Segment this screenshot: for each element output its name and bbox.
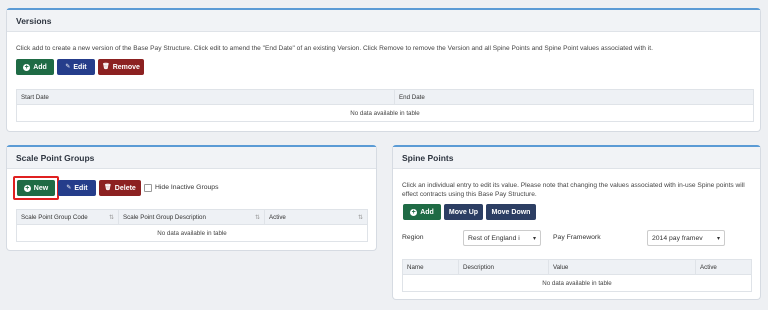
edit-icon: ✎ xyxy=(65,64,71,70)
spine-points-title: Spine Points xyxy=(402,152,454,163)
plus-circle-icon: + xyxy=(23,63,31,71)
chevron-down-icon: ▾ xyxy=(716,235,720,242)
move-up-label: Move Up xyxy=(448,208,479,216)
table-row: No data available in table xyxy=(402,274,752,292)
column-header-scale-point-group-code[interactable]: Scale Point Group Code ⇅ xyxy=(16,209,119,225)
sort-icon: ⇅ xyxy=(108,215,114,221)
versions-title: Versions xyxy=(16,15,52,26)
empty-table-message: No data available in table xyxy=(402,274,752,292)
versions-panel: Versions Click add to create a new versi… xyxy=(6,8,761,132)
column-header-description[interactable]: Description xyxy=(458,259,549,275)
column-header-name[interactable]: Name xyxy=(402,259,459,275)
spine-points-header: Spine Points xyxy=(393,147,760,169)
spine-points-add-button[interactable]: + Add xyxy=(403,204,441,220)
versions-remove-button[interactable]: 🗑 Remove xyxy=(98,59,144,75)
move-down-label: Move Down xyxy=(491,208,531,216)
versions-add-button[interactable]: + Add xyxy=(16,59,54,75)
scale-point-groups-panel: Scale Point Groups + New ✎ Edit 🗑 Delete… xyxy=(6,145,377,251)
region-select[interactable]: Rest of England i ▾ xyxy=(463,230,541,246)
versions-edit-button[interactable]: ✎ Edit xyxy=(57,59,95,75)
scale-point-groups-edit-button[interactable]: ✎ Edit xyxy=(58,180,96,196)
hide-inactive-groups-checkbox[interactable] xyxy=(144,184,152,192)
column-header-label: Active xyxy=(269,213,286,221)
column-header-end-date[interactable]: End Date xyxy=(394,89,754,105)
sort-icon: ⇅ xyxy=(254,215,260,221)
move-down-button[interactable]: Move Down xyxy=(486,204,536,220)
spine-points-table: Name Description Value Active No data av… xyxy=(402,259,752,292)
versions-header: Versions xyxy=(7,10,760,32)
versions-table: Start Date End Date No data available in… xyxy=(16,89,754,122)
table-row: No data available in table xyxy=(16,104,754,122)
hide-inactive-groups-label: Hide Inactive Groups xyxy=(155,184,219,191)
column-header-start-date[interactable]: Start Date xyxy=(16,89,395,105)
plus-circle-icon: + xyxy=(410,208,418,216)
scale-point-groups-header: Scale Point Groups xyxy=(7,147,376,169)
move-up-button[interactable]: Move Up xyxy=(444,204,483,220)
spine-points-description: Click an individual entry to edit its va… xyxy=(402,182,745,198)
scale-point-groups-table: Scale Point Group Code ⇅ Scale Point Gro… xyxy=(16,209,368,242)
versions-add-label: Add xyxy=(33,63,47,71)
versions-description: Click add to create a new version of the… xyxy=(16,45,653,52)
spine-points-add-label: Add xyxy=(420,208,434,216)
scale-point-groups-title: Scale Point Groups xyxy=(16,152,95,163)
pay-framework-label: Pay Framework xyxy=(553,234,601,241)
scale-point-groups-delete-button[interactable]: 🗑 Delete xyxy=(99,180,141,196)
region-selected-value: Rest of England i xyxy=(468,234,520,242)
column-header-value[interactable]: Value xyxy=(548,259,696,275)
region-label: Region xyxy=(402,234,424,241)
scale-point-groups-edit-label: Edit xyxy=(74,184,88,192)
chevron-down-icon: ▾ xyxy=(532,235,536,242)
trash-icon: 🗑 xyxy=(104,185,112,191)
scale-point-groups-delete-label: Delete xyxy=(114,184,136,192)
empty-table-message: No data available in table xyxy=(16,104,754,122)
new-button-highlight xyxy=(13,176,59,200)
column-header-scale-point-group-description[interactable]: Scale Point Group Description ⇅ xyxy=(118,209,265,225)
pay-framework-select[interactable]: 2014 pay framev ▾ xyxy=(647,230,725,246)
sort-icon: ⇅ xyxy=(357,215,363,221)
spine-points-panel: Spine Points Click an individual entry t… xyxy=(392,145,761,300)
versions-remove-label: Remove xyxy=(112,63,140,71)
column-header-label: Scale Point Group Description xyxy=(123,213,206,221)
pay-framework-selected-value: 2014 pay framev xyxy=(652,234,703,242)
column-header-active[interactable]: Active ⇅ xyxy=(264,209,368,225)
column-header-label: Scale Point Group Code xyxy=(21,213,88,221)
versions-edit-label: Edit xyxy=(73,63,87,71)
edit-icon: ✎ xyxy=(66,185,72,191)
trash-icon: 🗑 xyxy=(102,64,110,70)
empty-table-message: No data available in table xyxy=(16,224,368,242)
table-row: No data available in table xyxy=(16,224,368,242)
column-header-active[interactable]: Active xyxy=(695,259,752,275)
